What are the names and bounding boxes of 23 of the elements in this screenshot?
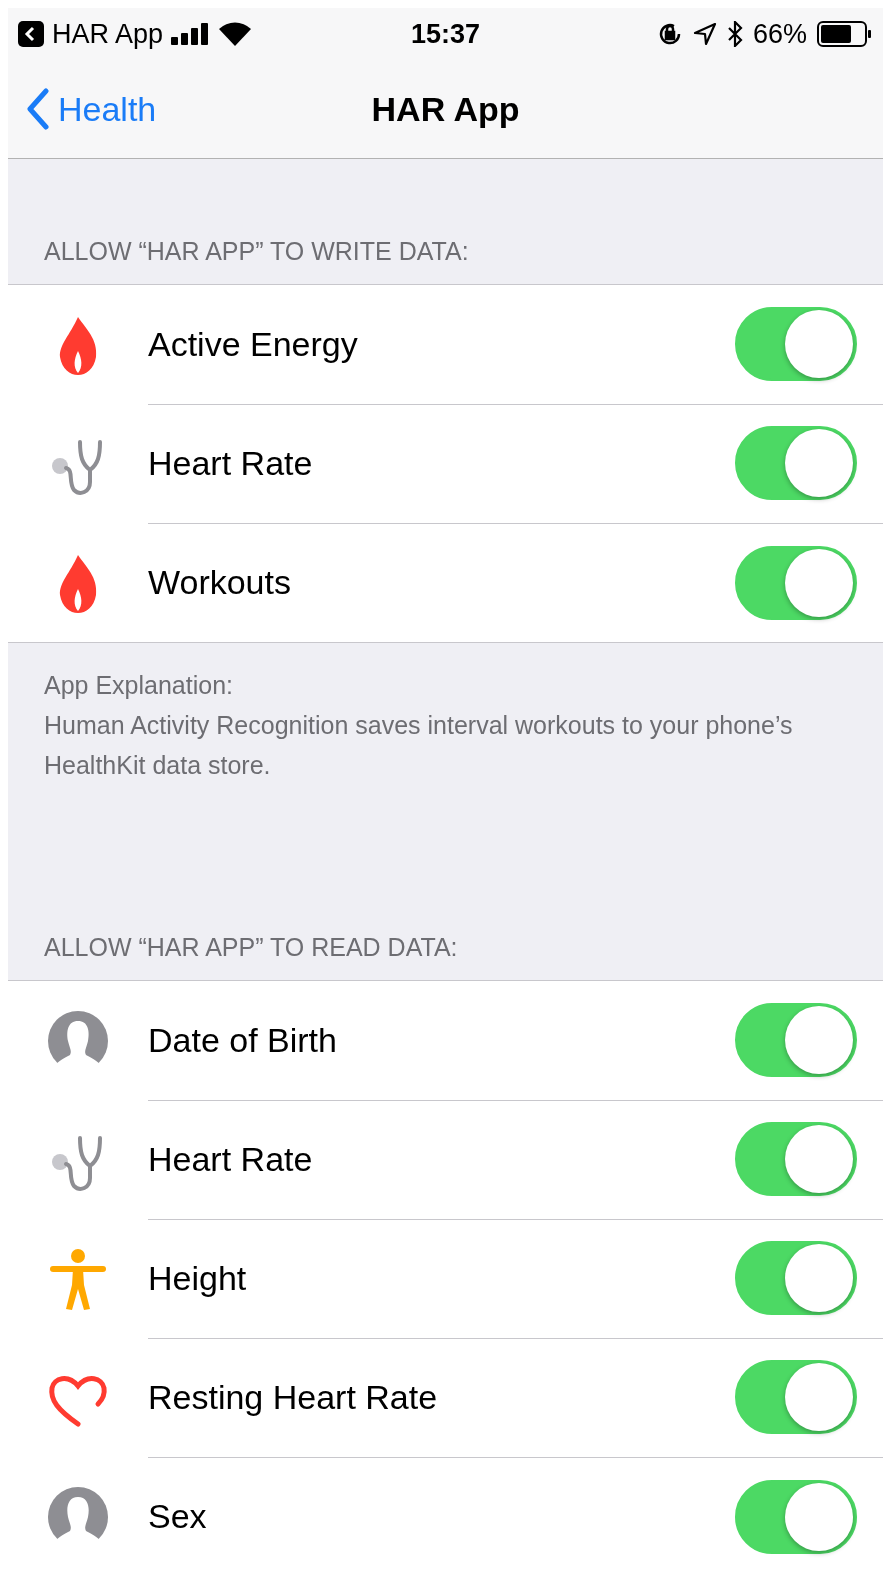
battery-icon xyxy=(817,21,873,47)
bluetooth-icon xyxy=(726,21,743,47)
row-label: Height xyxy=(148,1258,248,1298)
row-label: Heart Rate xyxy=(148,443,314,483)
battery-percentage: 66% xyxy=(752,18,807,50)
nav-title: HAR App xyxy=(371,89,520,129)
row-label: Sex xyxy=(148,1497,208,1536)
back-button[interactable]: Health xyxy=(8,88,157,130)
row-label: Date of Birth xyxy=(148,1020,338,1060)
clock: 15:37 xyxy=(410,18,481,50)
back-app-icon[interactable] xyxy=(18,21,44,47)
row-label: Resting Heart Rate xyxy=(148,1377,439,1417)
footer-text: App Explanation: xyxy=(44,670,235,701)
chevron-left-icon xyxy=(26,88,50,130)
row-label: Workouts xyxy=(148,563,292,602)
location-icon xyxy=(692,22,717,46)
row-label: Heart Rate xyxy=(148,1139,314,1179)
back-app-label[interactable]: HAR App xyxy=(52,18,164,50)
row-label: Active Energy xyxy=(148,324,359,364)
footer-text: Human Activity Recognition saves interval workouts to your phone’s HealthKit data store. xyxy=(44,710,794,781)
wifi-icon xyxy=(219,22,252,46)
section-header: ALLOW “HAR APP” TO WRITE DATA: xyxy=(43,236,470,267)
section-header: ALLOW “HAR APP” TO READ DATA: xyxy=(43,933,459,963)
